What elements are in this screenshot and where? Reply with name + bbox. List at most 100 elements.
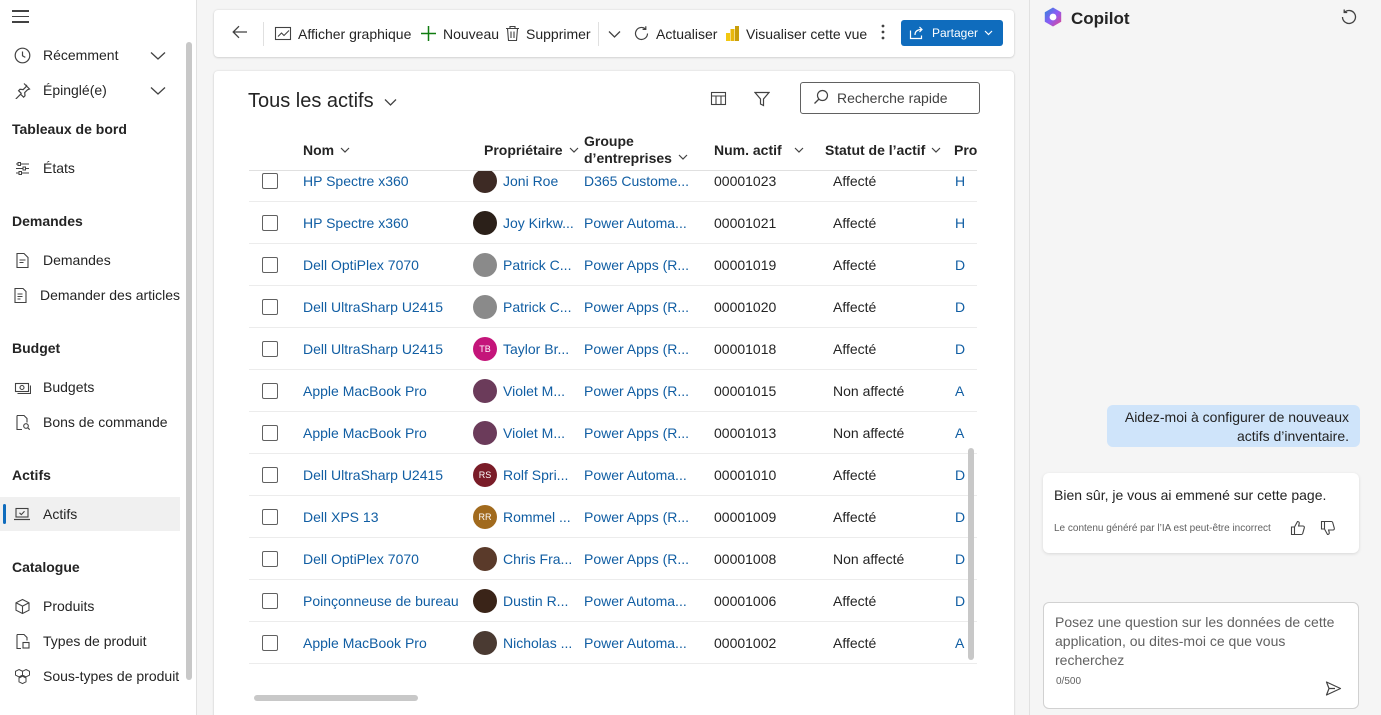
table-row[interactable]: Poinçonneuse de bureau Dustin R... Power A… bbox=[249, 580, 977, 622]
copilot-prompt-input[interactable] bbox=[1055, 613, 1335, 675]
asset-name-link[interactable]: Apple MacBook Pro bbox=[303, 412, 478, 454]
visualize-view-button[interactable]: Visualiser cette vue bbox=[725, 10, 867, 57]
quick-search-field[interactable] bbox=[800, 82, 980, 114]
table-row[interactable]: Apple MacBook Pro Violet M... Power Apps (… bbox=[249, 370, 977, 412]
owner-link[interactable]: Joni Roe bbox=[503, 173, 558, 189]
nav-purchase-orders[interactable]: Bons de commande bbox=[0, 405, 180, 439]
nav-assets[interactable]: Actifs bbox=[0, 497, 180, 531]
hamburger-menu-icon[interactable] bbox=[12, 10, 29, 24]
asset-name-link[interactable]: Dell UltraSharp U2415 bbox=[303, 328, 478, 370]
owner-link[interactable]: Nicholas ... bbox=[503, 635, 572, 651]
row-select-checkbox[interactable] bbox=[262, 341, 278, 357]
nav-product-types[interactable]: Types de produit bbox=[0, 624, 180, 658]
row-select-checkbox[interactable] bbox=[262, 299, 278, 315]
new-button[interactable]: Nouveau bbox=[420, 10, 499, 57]
table-row[interactable]: HP Spectre x360 Joy Kirkw... Power Automa.… bbox=[249, 202, 977, 244]
owner-link[interactable]: Joy Kirkw... bbox=[503, 215, 574, 231]
filter-button[interactable] bbox=[752, 90, 772, 110]
share-button[interactable]: Partager bbox=[901, 20, 1003, 46]
owner-link[interactable]: Patrick C... bbox=[503, 299, 571, 315]
table-row[interactable]: Dell UltraSharp U2415 TB Taylor Br... Power… bbox=[249, 328, 977, 370]
row-select-checkbox[interactable] bbox=[262, 635, 278, 651]
asset-name-link[interactable]: Poinçonneuse de bureau bbox=[303, 580, 478, 622]
owner-link[interactable]: Violet M... bbox=[503, 383, 565, 399]
column-header-asset-status[interactable]: Statut de l’actif bbox=[825, 128, 941, 171]
business-group-link[interactable]: Power Automa... bbox=[584, 454, 702, 496]
business-group-link[interactable]: Power Apps (R... bbox=[584, 412, 702, 454]
owner-link[interactable]: Violet M... bbox=[503, 425, 565, 441]
sidebar-scrollbar[interactable] bbox=[186, 42, 192, 680]
business-group-link[interactable]: Power Apps (R... bbox=[584, 328, 702, 370]
product-link[interactable]: A bbox=[955, 370, 975, 412]
delete-button[interactable]: Supprimer bbox=[505, 10, 591, 57]
send-button[interactable] bbox=[1325, 680, 1342, 700]
asset-name-link[interactable]: Dell OptiPlex 7070 bbox=[303, 244, 478, 286]
nav-products[interactable]: Produits bbox=[0, 589, 180, 623]
business-group-link[interactable]: Power Apps (R... bbox=[584, 370, 702, 412]
column-header-asset-number[interactable]: Num. actif bbox=[714, 128, 804, 171]
view-selector[interactable]: Tous les actifs bbox=[248, 90, 397, 113]
table-row[interactable]: Dell OptiPlex 7070 Chris Fra... Power Apps… bbox=[249, 538, 977, 580]
row-select-checkbox[interactable] bbox=[262, 509, 278, 525]
column-header-product[interactable]: Pro bbox=[954, 128, 977, 171]
business-group-link[interactable]: Power Apps (R... bbox=[584, 538, 702, 580]
nav-recent[interactable]: Récemment bbox=[0, 38, 180, 72]
table-row[interactable]: Apple MacBook Pro Violet M... Power Apps (… bbox=[249, 412, 977, 454]
business-group-link[interactable]: Power Automa... bbox=[584, 202, 702, 244]
row-select-checkbox[interactable] bbox=[262, 173, 278, 189]
product-link[interactable]: D bbox=[955, 244, 975, 286]
table-row[interactable]: Apple MacBook Pro Nicholas ... Power Autom… bbox=[249, 622, 977, 664]
overflow-menu-button[interactable] bbox=[881, 10, 885, 57]
asset-name-link[interactable]: Dell UltraSharp U2415 bbox=[303, 286, 478, 328]
asset-name-link[interactable]: Dell UltraSharp U2415 bbox=[303, 454, 478, 496]
table-row[interactable]: Dell XPS 13 RR Rommel ... Power Apps (R... 0… bbox=[249, 496, 977, 538]
thumbs-down-button[interactable] bbox=[1320, 520, 1336, 539]
asset-name-link[interactable]: Apple MacBook Pro bbox=[303, 622, 478, 664]
row-select-checkbox[interactable] bbox=[262, 593, 278, 609]
row-select-checkbox[interactable] bbox=[262, 257, 278, 273]
column-header-owner[interactable]: Propriétaire bbox=[484, 128, 579, 171]
refresh-button[interactable]: Actualiser bbox=[633, 10, 717, 57]
nav-product-subtypes[interactable]: Sous-types de produit bbox=[0, 659, 180, 693]
asset-name-link[interactable]: Apple MacBook Pro bbox=[303, 370, 478, 412]
table-vertical-scrollbar[interactable] bbox=[968, 448, 974, 660]
owner-link[interactable]: Patrick C... bbox=[503, 257, 571, 273]
nav-states[interactable]: États bbox=[0, 151, 180, 185]
column-header-name[interactable]: Nom bbox=[303, 128, 350, 171]
nav-pinned[interactable]: Épinglé(e) bbox=[0, 73, 180, 107]
thumbs-up-button[interactable] bbox=[1290, 520, 1306, 539]
owner-link[interactable]: Chris Fra... bbox=[503, 551, 572, 567]
row-select-checkbox[interactable] bbox=[262, 383, 278, 399]
back-button[interactable] bbox=[232, 10, 248, 57]
nav-request-items[interactable]: Demander des articles bbox=[0, 278, 180, 312]
business-group-link[interactable]: Power Automa... bbox=[584, 580, 702, 622]
owner-link[interactable]: Rolf Spri... bbox=[503, 467, 568, 483]
column-header-business-group[interactable]: Groupe d’entreprises bbox=[584, 128, 688, 171]
product-link[interactable]: D bbox=[955, 328, 975, 370]
show-chart-button[interactable]: Afficher graphique bbox=[274, 10, 411, 57]
business-group-link[interactable]: Power Apps (R... bbox=[584, 496, 702, 538]
business-group-link[interactable]: Power Apps (R... bbox=[584, 244, 702, 286]
table-row[interactable]: Dell UltraSharp U2415 RS Rolf Spri... Power… bbox=[249, 454, 977, 496]
owner-link[interactable]: Rommel ... bbox=[503, 509, 571, 525]
edit-columns-button[interactable] bbox=[708, 90, 728, 110]
product-link[interactable]: H bbox=[955, 202, 975, 244]
owner-link[interactable]: Taylor Br... bbox=[503, 341, 569, 357]
table-row[interactable]: Dell OptiPlex 7070 Patrick C... Power Apps… bbox=[249, 244, 977, 286]
nav-requests[interactable]: Demandes bbox=[0, 243, 180, 277]
row-select-checkbox[interactable] bbox=[262, 425, 278, 441]
asset-name-link[interactable]: HP Spectre x360 bbox=[303, 202, 478, 244]
quick-search-input[interactable] bbox=[837, 90, 967, 106]
nav-budgets[interactable]: Budgets bbox=[0, 370, 180, 404]
copilot-refresh-button[interactable] bbox=[1340, 8, 1358, 29]
business-group-link[interactable]: Power Apps (R... bbox=[584, 286, 702, 328]
table-horizontal-scrollbar[interactable] bbox=[254, 695, 418, 701]
asset-name-link[interactable]: Dell XPS 13 bbox=[303, 496, 478, 538]
row-select-checkbox[interactable] bbox=[262, 215, 278, 231]
asset-name-link[interactable]: Dell OptiPlex 7070 bbox=[303, 538, 478, 580]
table-row[interactable]: Dell UltraSharp U2415 Patrick C... Power A… bbox=[249, 286, 977, 328]
row-select-checkbox[interactable] bbox=[262, 467, 278, 483]
business-group-link[interactable]: Power Automa... bbox=[584, 622, 702, 664]
product-link[interactable]: D bbox=[955, 286, 975, 328]
row-select-checkbox[interactable] bbox=[262, 551, 278, 567]
